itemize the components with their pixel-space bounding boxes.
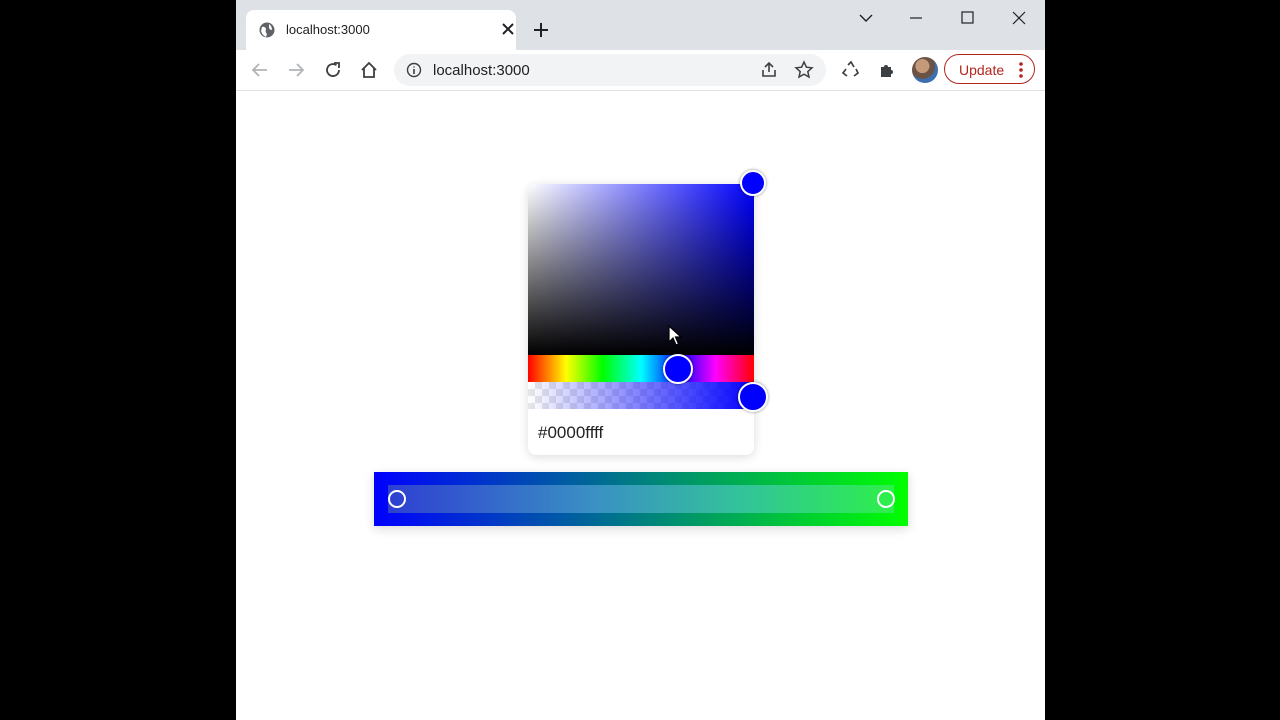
- globe-icon: [259, 22, 275, 38]
- url-text[interactable]: localhost:3000: [433, 62, 530, 79]
- home-icon[interactable]: [359, 60, 379, 80]
- hue-slider[interactable]: [528, 355, 754, 382]
- mouse-cursor-icon: [668, 325, 682, 346]
- update-button[interactable]: Update: [944, 54, 1035, 84]
- maximize-icon[interactable]: [956, 9, 978, 27]
- color-picker: #0000ffff: [528, 170, 768, 455]
- gradient-track[interactable]: [388, 485, 894, 513]
- gradient-preview-bar: [374, 472, 908, 526]
- reload-icon[interactable]: [323, 60, 343, 80]
- forward-icon[interactable]: [286, 60, 306, 80]
- star-icon[interactable]: [794, 60, 814, 80]
- minimize-icon[interactable]: [905, 9, 927, 27]
- saturation-brightness-handle[interactable]: [740, 170, 766, 196]
- gradient-stop-end[interactable]: [877, 490, 895, 508]
- alpha-handle[interactable]: [738, 382, 768, 412]
- new-tab-icon[interactable]: [531, 20, 551, 40]
- tab-localhost[interactable]: localhost:3000: [246, 10, 516, 50]
- gradient-stop-start[interactable]: [388, 490, 406, 508]
- update-label: Update: [959, 62, 1005, 78]
- more-icon[interactable]: [1018, 61, 1024, 79]
- address-bar[interactable]: localhost:3000: [394, 54, 826, 86]
- avatar[interactable]: [912, 57, 938, 83]
- browser-window: localhost:3000 localhost:3000 Update #00…: [236, 0, 1045, 720]
- close-icon[interactable]: [498, 19, 518, 39]
- saturation-brightness-area[interactable]: [528, 184, 754, 355]
- toolbar: localhost:3000 Update: [236, 50, 1045, 91]
- hex-input[interactable]: #0000ffff: [538, 423, 603, 443]
- recycle-icon[interactable]: [841, 60, 861, 80]
- window-close-icon[interactable]: [1008, 9, 1030, 27]
- share-icon[interactable]: [759, 60, 779, 80]
- back-icon[interactable]: [250, 60, 270, 80]
- tab-bar: localhost:3000: [236, 0, 1045, 50]
- tab-title: localhost:3000: [286, 22, 370, 37]
- info-icon[interactable]: [406, 62, 422, 78]
- extensions-icon[interactable]: [877, 60, 897, 80]
- tab-search-icon[interactable]: [855, 9, 877, 27]
- alpha-slider[interactable]: [528, 382, 754, 409]
- hue-handle[interactable]: [663, 354, 693, 384]
